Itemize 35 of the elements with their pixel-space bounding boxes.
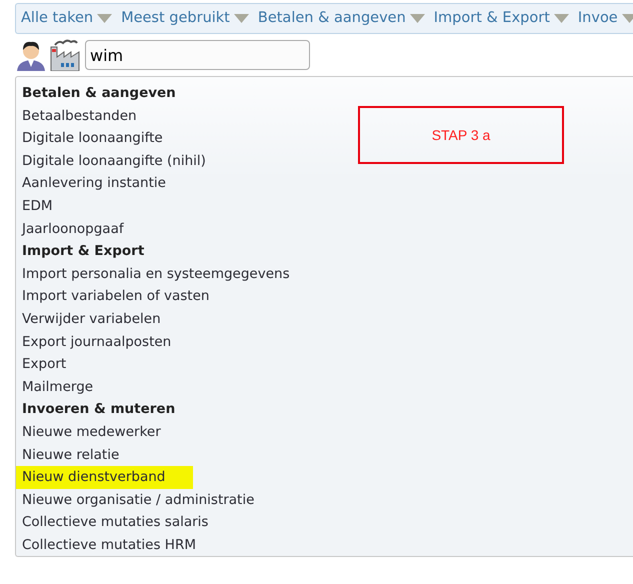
menu-tab[interactable]: Alle taken bbox=[21, 8, 112, 30]
result-item[interactable]: Verwijder variabelen bbox=[16, 308, 167, 331]
result-item[interactable]: Nieuwe relatie bbox=[16, 444, 126, 466]
result-item[interactable]: Collectieve mutaties HRM bbox=[16, 534, 202, 556]
annotation-label: STAP 3 a bbox=[432, 126, 490, 144]
menu-tab[interactable]: Invoe bbox=[578, 8, 633, 30]
person-icon[interactable] bbox=[15, 39, 47, 71]
result-item[interactable]: Betaalbestanden bbox=[16, 104, 143, 128]
group-heading: Import & Export bbox=[21, 242, 146, 262]
result-item[interactable]: Collectieve mutaties salaris bbox=[16, 511, 214, 534]
factory-icon[interactable] bbox=[49, 39, 80, 71]
group-heading: Betalen & aangeven bbox=[21, 84, 177, 103]
result-item[interactable]: Export bbox=[16, 353, 72, 376]
result-item[interactable]: Import personalia en systeemgegevens bbox=[16, 262, 296, 286]
caret-icon bbox=[97, 14, 112, 23]
menu-tab[interactable]: Betalen & aangeven bbox=[258, 8, 425, 30]
menu-tab[interactable]: Meest gebruikt bbox=[121, 8, 249, 30]
caret-icon bbox=[410, 14, 425, 23]
result-item[interactable]: Aanlevering instantie bbox=[16, 172, 172, 195]
result-item[interactable]: Import variabelen of vasten bbox=[16, 285, 216, 308]
result-item[interactable]: Mailmerge bbox=[16, 376, 100, 398]
result-item[interactable]: Nieuw dienstverband bbox=[16, 466, 194, 489]
caret-icon bbox=[554, 14, 569, 23]
group-heading: Invoeren & muteren bbox=[21, 400, 176, 420]
result-item[interactable]: Digitale loonaangifte bbox=[16, 127, 169, 150]
result-item[interactable]: EDM bbox=[16, 194, 59, 218]
result-item[interactable]: Digitale loonaangifte (nihil) bbox=[16, 150, 212, 172]
search-field[interactable]: wim bbox=[85, 40, 310, 70]
result-item[interactable]: Nieuwe medewerker bbox=[16, 420, 167, 444]
menu-tab[interactable]: Import & Export bbox=[434, 8, 569, 30]
caret-icon bbox=[234, 14, 249, 23]
caret-icon bbox=[622, 14, 633, 23]
result-item[interactable]: Nieuwe organisatie / administratie bbox=[16, 488, 260, 512]
result-item[interactable]: Jaarloonopgaaf bbox=[16, 218, 130, 240]
result-item[interactable]: Export journaalposten bbox=[16, 330, 178, 354]
